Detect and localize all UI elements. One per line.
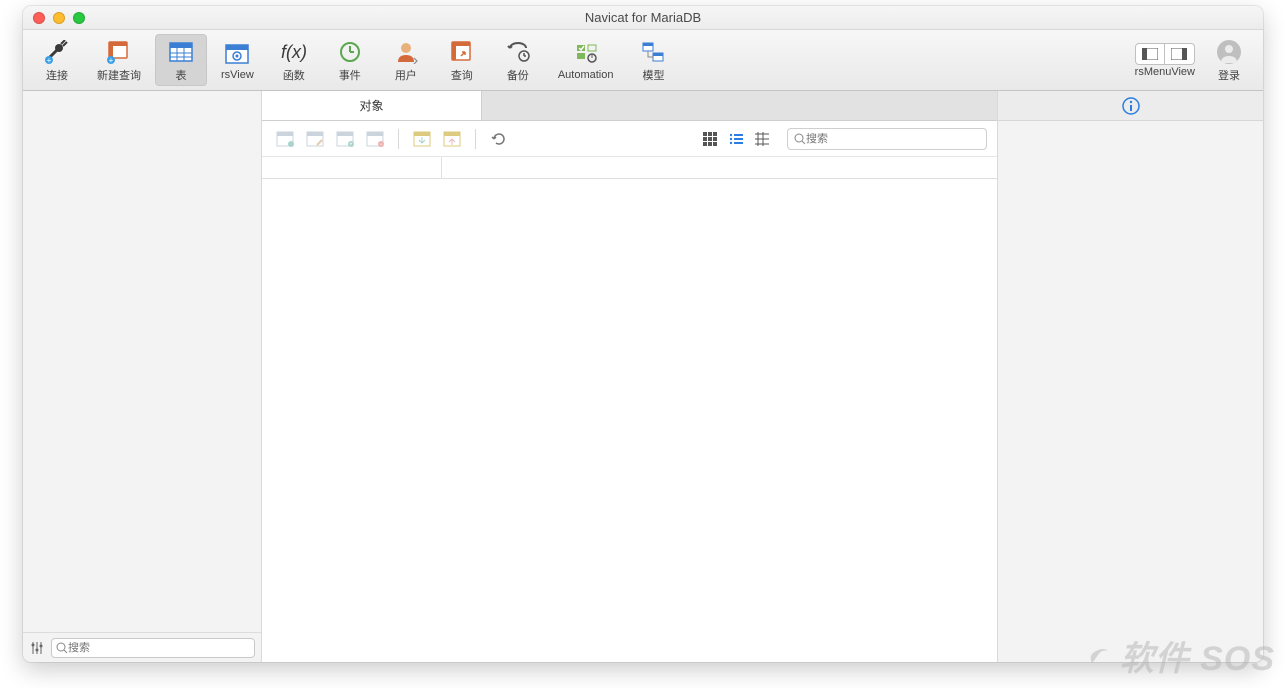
open-table-button[interactable] xyxy=(272,126,298,152)
user-button[interactable]: 用户 xyxy=(380,34,432,86)
sidebar xyxy=(23,91,262,662)
delete-table-button[interactable]: − xyxy=(362,126,388,152)
model-icon xyxy=(638,38,668,66)
object-list-area[interactable] xyxy=(262,179,997,662)
watermark: 软件 SOS xyxy=(1084,631,1275,680)
sidebar-footer xyxy=(23,632,261,662)
search-icon xyxy=(794,133,806,145)
menuview-toggle: rsMenuView xyxy=(1131,34,1199,86)
toolbar-label: 连接 xyxy=(46,67,68,83)
toolbar-label: Automation xyxy=(558,69,614,81)
toolbar-label: 查询 xyxy=(451,67,473,83)
design-table-button[interactable] xyxy=(302,126,328,152)
info-icon xyxy=(1122,97,1140,115)
window-title: Navicat for MariaDB xyxy=(23,10,1263,25)
main-panel: 对象 + − xyxy=(262,91,997,662)
panel-right-icon xyxy=(1171,48,1187,60)
sidebar-search-input[interactable] xyxy=(68,642,250,654)
connection-tree[interactable] xyxy=(23,91,261,632)
maximize-window-button[interactable] xyxy=(73,12,85,24)
detail-icon xyxy=(755,132,769,146)
list-icon xyxy=(729,132,743,146)
grid-icon xyxy=(703,132,717,146)
close-window-button[interactable] xyxy=(33,12,45,24)
new-query-button[interactable]: + 新建查询 xyxy=(87,34,151,86)
toolbar-label: 事件 xyxy=(339,67,361,83)
table-icon xyxy=(166,38,196,66)
info-panel xyxy=(997,91,1263,662)
automation-icon xyxy=(571,40,601,68)
watermark-icon xyxy=(1084,641,1114,671)
tab-bar: 对象 xyxy=(262,91,997,121)
column-header[interactable] xyxy=(262,157,442,178)
avatar-icon xyxy=(1214,38,1244,66)
menuview-label: rsMenuView xyxy=(1135,66,1195,78)
toolbar-label: 用户 xyxy=(395,67,417,83)
query-button[interactable]: 查询 xyxy=(436,34,488,86)
svg-text:f(x): f(x) xyxy=(281,42,307,62)
rsview-button[interactable]: rsView xyxy=(211,34,264,86)
automation-button[interactable]: Automation xyxy=(548,34,624,86)
minimize-window-button[interactable] xyxy=(53,12,65,24)
main-toolbar: + 连接 + 新建查询 表 rsView f(x) 函数 xyxy=(23,30,1263,91)
tab-label: 对象 xyxy=(359,97,383,114)
panel-left-icon xyxy=(1142,48,1158,60)
model-button[interactable]: 模型 xyxy=(627,34,679,86)
object-search-input[interactable] xyxy=(806,133,980,145)
refresh-button[interactable] xyxy=(486,126,512,152)
view-detail-button[interactable] xyxy=(751,128,773,150)
app-window: Navicat for MariaDB + 连接 + 新建查询 表 rsVi xyxy=(23,6,1263,662)
function-button[interactable]: f(x) 函数 xyxy=(268,34,320,86)
toolbar-label: rsView xyxy=(221,69,254,81)
event-button[interactable]: 事件 xyxy=(324,34,376,86)
clock-icon xyxy=(335,38,365,66)
view-list-button[interactable] xyxy=(725,128,747,150)
backup-icon xyxy=(503,38,533,66)
import-button[interactable] xyxy=(409,126,435,152)
user-icon xyxy=(391,38,421,66)
window-controls xyxy=(33,12,85,24)
table-button[interactable]: 表 xyxy=(155,34,207,86)
sidebar-settings-button[interactable] xyxy=(29,640,45,656)
svg-text:+: + xyxy=(47,56,52,64)
backup-button[interactable]: 备份 xyxy=(492,34,544,86)
view-grid-button[interactable] xyxy=(699,128,721,150)
plug-icon: + xyxy=(42,38,72,66)
watermark-text: 软件 SOS xyxy=(1120,631,1275,680)
svg-text:−: − xyxy=(379,142,383,147)
function-icon: f(x) xyxy=(279,38,309,66)
toolbar-label: 函数 xyxy=(283,67,305,83)
info-tab[interactable] xyxy=(1122,97,1140,115)
new-query-icon: + xyxy=(104,38,134,66)
new-table-button[interactable]: + xyxy=(332,126,358,152)
svg-text:+: + xyxy=(349,142,353,147)
panel-left-button[interactable] xyxy=(1135,43,1165,65)
object-search[interactable] xyxy=(787,128,987,150)
toolbar-label: 新建查询 xyxy=(97,67,141,83)
sidebar-search[interactable] xyxy=(51,638,255,658)
toolbar-label: 备份 xyxy=(507,67,529,83)
login-button[interactable]: 登录 xyxy=(1203,34,1255,86)
login-label: 登录 xyxy=(1218,67,1240,83)
panel-right-button[interactable] xyxy=(1165,43,1195,65)
refresh-icon xyxy=(491,131,507,147)
object-toolbar: + − xyxy=(262,121,997,157)
svg-text:+: + xyxy=(109,56,114,64)
export-button[interactable] xyxy=(439,126,465,152)
query-icon xyxy=(447,38,477,66)
view-icon xyxy=(222,40,252,68)
info-panel-tabs xyxy=(998,91,1263,121)
connection-button[interactable]: + 连接 xyxy=(31,34,83,86)
search-icon xyxy=(56,642,68,654)
tab-objects[interactable]: 对象 xyxy=(262,91,482,120)
toolbar-label: 表 xyxy=(176,67,187,83)
adjust-icon xyxy=(31,641,43,655)
column-header-row xyxy=(262,157,997,179)
window-body: 对象 + − xyxy=(23,91,1263,662)
titlebar: Navicat for MariaDB xyxy=(23,6,1263,30)
toolbar-label: 模型 xyxy=(642,67,664,83)
